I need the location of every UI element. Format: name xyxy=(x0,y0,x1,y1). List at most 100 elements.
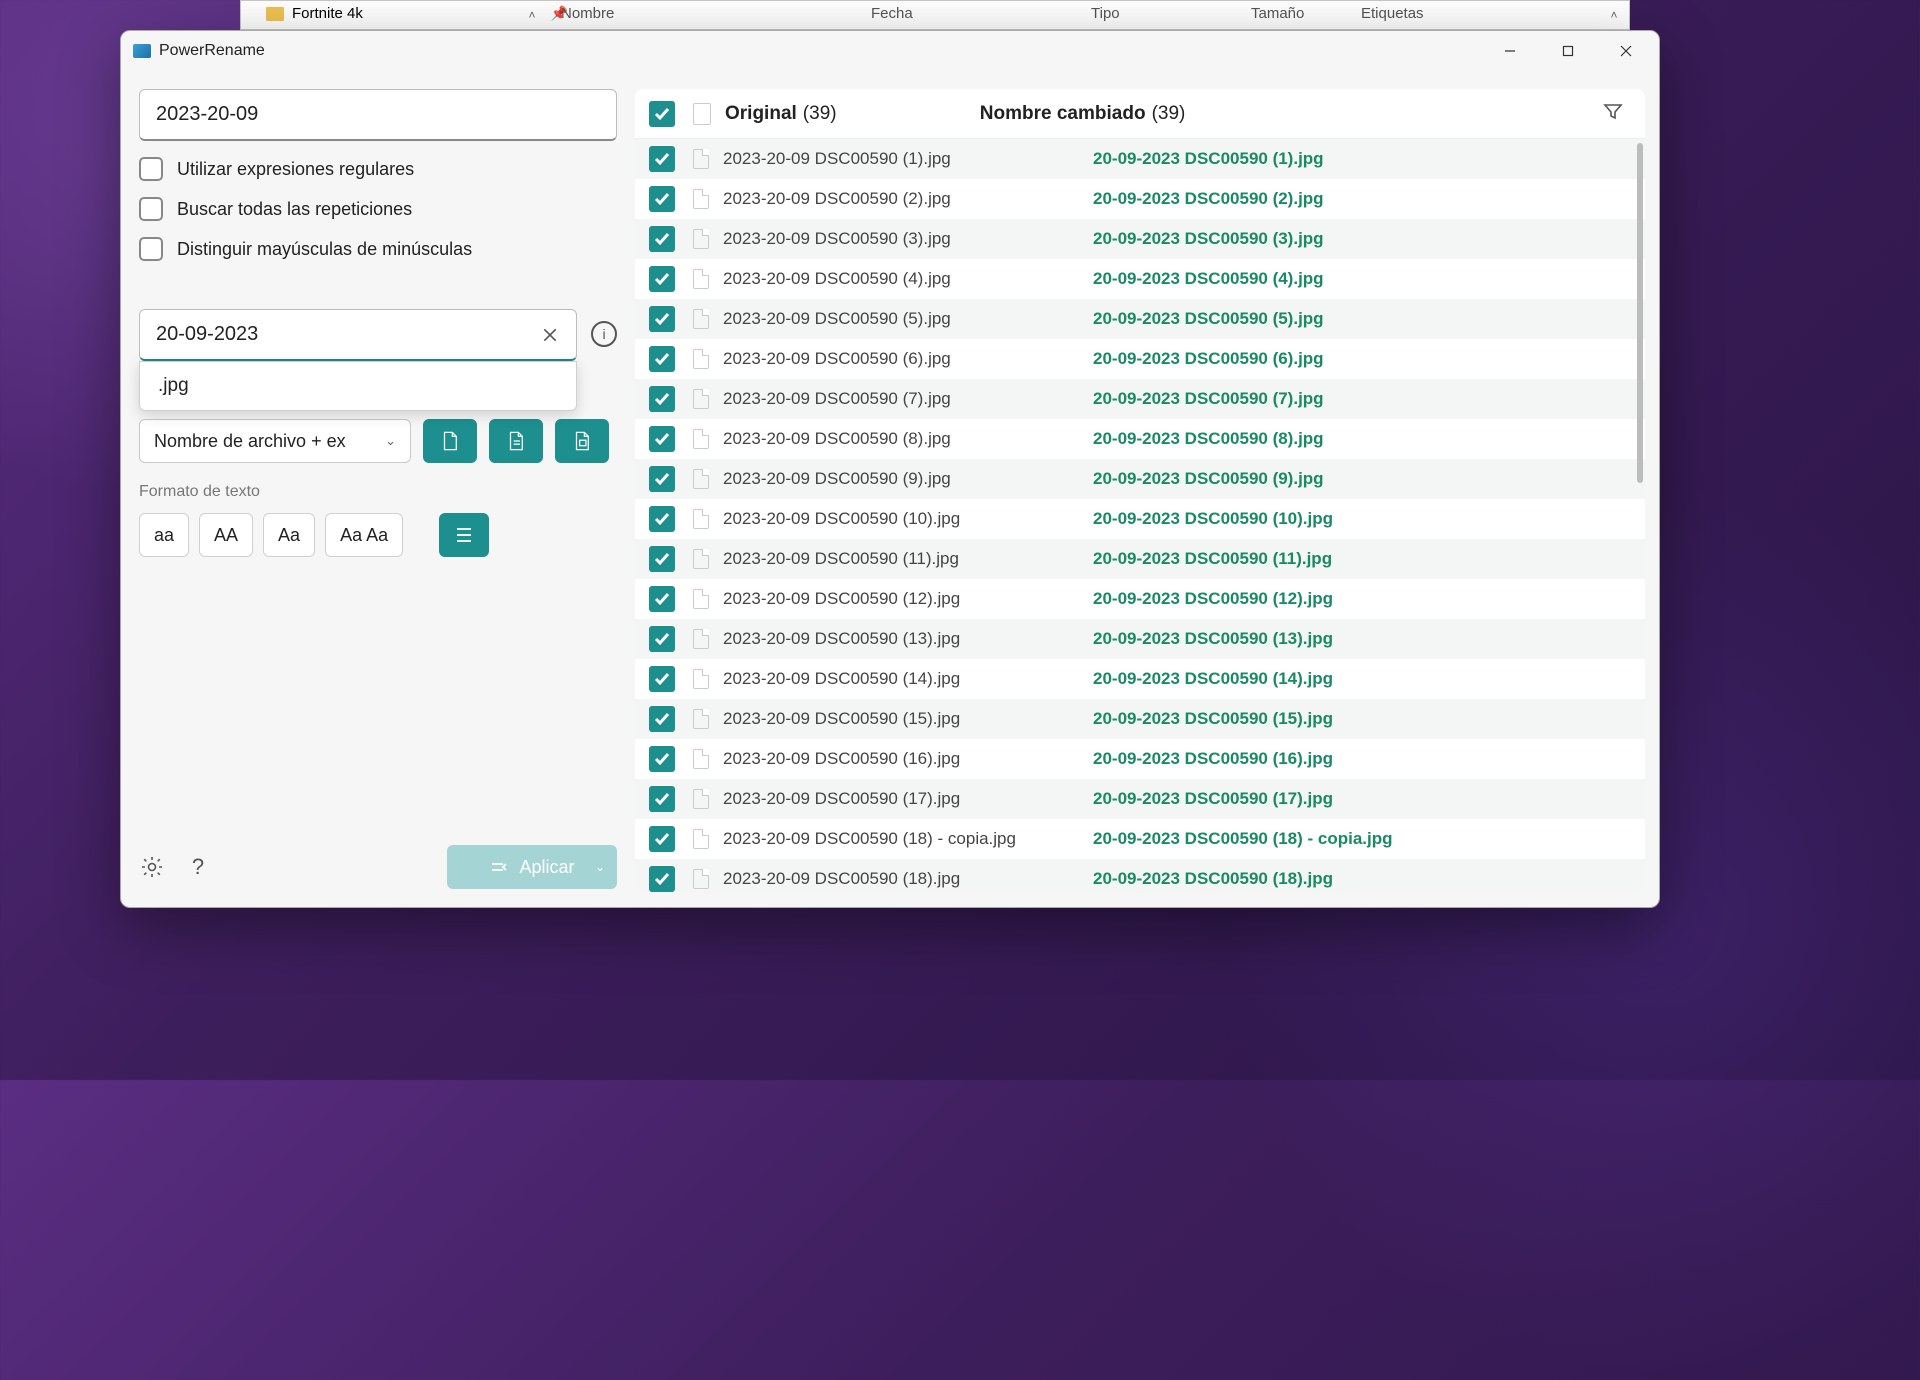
row-checkbox[interactable] xyxy=(649,706,675,732)
close-button[interactable] xyxy=(1597,31,1655,71)
app-icon xyxy=(133,44,151,58)
table-row[interactable]: 2023-20-09 DSC00590 (11).jpg20-09-2023 D… xyxy=(635,539,1645,579)
file-icon xyxy=(693,349,709,369)
file-icon xyxy=(693,103,711,125)
checkbox-case-sensitive[interactable] xyxy=(139,237,163,261)
info-icon[interactable]: i xyxy=(591,321,617,347)
file-icon xyxy=(693,389,709,409)
column-header-size[interactable]: Tamaño xyxy=(1251,5,1361,22)
format-titlecase-button[interactable]: Aa xyxy=(263,513,315,557)
settings-button[interactable] xyxy=(139,854,165,880)
row-checkbox[interactable] xyxy=(649,426,675,452)
renamed-filename: 20-09-2023 DSC00590 (3).jpg xyxy=(1093,229,1324,249)
row-checkbox[interactable] xyxy=(649,306,675,332)
row-checkbox[interactable] xyxy=(649,626,675,652)
scrollbar[interactable] xyxy=(1635,139,1643,893)
row-checkbox[interactable] xyxy=(649,506,675,532)
checkbox-regex[interactable] xyxy=(139,157,163,181)
row-checkbox[interactable] xyxy=(649,546,675,572)
table-row[interactable]: 2023-20-09 DSC00590 (10).jpg20-09-2023 D… xyxy=(635,499,1645,539)
apply-to-select[interactable]: Nombre de archivo + ex ⌄ xyxy=(139,419,411,463)
table-row[interactable]: 2023-20-09 DSC00590 (4).jpg20-09-2023 DS… xyxy=(635,259,1645,299)
row-checkbox[interactable] xyxy=(649,786,675,812)
row-checkbox[interactable] xyxy=(649,666,675,692)
row-checkbox[interactable] xyxy=(649,826,675,852)
renamed-filename: 20-09-2023 DSC00590 (14).jpg xyxy=(1093,669,1333,689)
row-checkbox[interactable] xyxy=(649,186,675,212)
filter-button[interactable] xyxy=(1603,102,1623,125)
format-enumerate-button[interactable] xyxy=(439,513,489,557)
table-row[interactable]: 2023-20-09 DSC00590 (18) - copia.jpg20-0… xyxy=(635,819,1645,859)
include-folders-button[interactable] xyxy=(489,419,543,463)
table-row[interactable]: 2023-20-09 DSC00590 (7).jpg20-09-2023 DS… xyxy=(635,379,1645,419)
clear-button[interactable] xyxy=(534,319,566,351)
original-filename: 2023-20-09 DSC00590 (2).jpg xyxy=(723,189,1093,209)
file-icon xyxy=(693,469,709,489)
apply-button[interactable]: Aplicar ⌄ xyxy=(447,845,617,889)
apply-button-label: Aplicar xyxy=(519,857,574,878)
file-icon xyxy=(693,709,709,729)
apply-to-label: Nombre de archivo + ex xyxy=(154,431,346,452)
include-subfolders-button[interactable] xyxy=(555,419,609,463)
table-row[interactable]: 2023-20-09 DSC00590 (8).jpg20-09-2023 DS… xyxy=(635,419,1645,459)
table-row[interactable]: 2023-20-09 DSC00590 (9).jpg20-09-2023 DS… xyxy=(635,459,1645,499)
table-row[interactable]: 2023-20-09 DSC00590 (18).jpg20-09-2023 D… xyxy=(635,859,1645,893)
file-icon xyxy=(693,429,709,449)
renamed-filename: 20-09-2023 DSC00590 (8).jpg xyxy=(1093,429,1324,449)
renamed-filename: 20-09-2023 DSC00590 (18) - copia.jpg xyxy=(1093,829,1393,849)
column-header-type[interactable]: Tipo xyxy=(1091,5,1251,22)
table-row[interactable]: 2023-20-09 DSC00590 (2).jpg20-09-2023 DS… xyxy=(635,179,1645,219)
titlebar[interactable]: PowerRename xyxy=(121,31,1659,71)
maximize-button[interactable] xyxy=(1539,31,1597,71)
checkbox-all-matches[interactable] xyxy=(139,197,163,221)
format-lowercase-button[interactable]: aa xyxy=(139,513,189,557)
column-header-name[interactable]: Nombre xyxy=(561,5,871,22)
original-filename: 2023-20-09 DSC00590 (9).jpg xyxy=(723,469,1093,489)
window-title: PowerRename xyxy=(159,42,265,60)
row-checkbox[interactable] xyxy=(649,746,675,772)
minimize-button[interactable] xyxy=(1481,31,1539,71)
row-checkbox[interactable] xyxy=(649,866,675,892)
row-checkbox[interactable] xyxy=(649,226,675,252)
scrollbar-thumb[interactable] xyxy=(1637,143,1643,483)
row-checkbox[interactable] xyxy=(649,346,675,372)
format-capitalize-button[interactable]: Aa Aa xyxy=(325,513,403,557)
search-input[interactable] xyxy=(139,89,617,141)
help-button[interactable]: ? xyxy=(185,854,211,880)
table-row[interactable]: 2023-20-09 DSC00590 (5).jpg20-09-2023 DS… xyxy=(635,299,1645,339)
include-files-button[interactable] xyxy=(423,419,477,463)
row-checkbox[interactable] xyxy=(649,386,675,412)
row-checkbox[interactable] xyxy=(649,466,675,492)
row-checkbox[interactable] xyxy=(649,146,675,172)
select-all-checkbox[interactable] xyxy=(649,101,675,127)
format-uppercase-button[interactable]: AA xyxy=(199,513,253,557)
table-row[interactable]: 2023-20-09 DSC00590 (17).jpg20-09-2023 D… xyxy=(635,779,1645,819)
renamed-filename: 20-09-2023 DSC00590 (18).jpg xyxy=(1093,869,1333,889)
original-filename: 2023-20-09 DSC00590 (17).jpg xyxy=(723,789,1093,809)
table-row[interactable]: 2023-20-09 DSC00590 (3).jpg20-09-2023 DS… xyxy=(635,219,1645,259)
list-header: Original (39) Nombre cambiado (39) xyxy=(635,89,1645,139)
file-list[interactable]: 2023-20-09 DSC00590 (1).jpg20-09-2023 DS… xyxy=(635,139,1645,893)
column-header-date[interactable]: Fecha xyxy=(871,5,1091,22)
chevron-up-icon[interactable]: ˄ xyxy=(1603,4,1625,26)
file-icon xyxy=(693,549,709,569)
autocomplete-popup[interactable]: .jpg xyxy=(139,361,577,411)
chevron-down-icon[interactable]: ⌄ xyxy=(595,860,605,874)
file-icon xyxy=(693,309,709,329)
renamed-filename: 20-09-2023 DSC00590 (11).jpg xyxy=(1093,549,1332,569)
replace-input[interactable] xyxy=(156,323,534,346)
table-row[interactable]: 2023-20-09 DSC00590 (12).jpg20-09-2023 D… xyxy=(635,579,1645,619)
column-header-tags[interactable]: Etiquetas xyxy=(1361,5,1424,22)
table-row[interactable]: 2023-20-09 DSC00590 (1).jpg20-09-2023 DS… xyxy=(635,139,1645,179)
folder-name[interactable]: Fortnite 4k xyxy=(292,5,363,22)
table-row[interactable]: 2023-20-09 DSC00590 (14).jpg20-09-2023 D… xyxy=(635,659,1645,699)
row-checkbox[interactable] xyxy=(649,586,675,612)
table-row[interactable]: 2023-20-09 DSC00590 (15).jpg20-09-2023 D… xyxy=(635,699,1645,739)
label-case-sensitive: Distinguir mayúsculas de minúsculas xyxy=(177,239,472,260)
table-row[interactable]: 2023-20-09 DSC00590 (6).jpg20-09-2023 DS… xyxy=(635,339,1645,379)
row-checkbox[interactable] xyxy=(649,266,675,292)
table-row[interactable]: 2023-20-09 DSC00590 (13).jpg20-09-2023 D… xyxy=(635,619,1645,659)
table-row[interactable]: 2023-20-09 DSC00590 (16).jpg20-09-2023 D… xyxy=(635,739,1645,779)
autocomplete-item[interactable]: .jpg xyxy=(158,375,189,397)
replace-input-wrap[interactable] xyxy=(139,309,577,361)
